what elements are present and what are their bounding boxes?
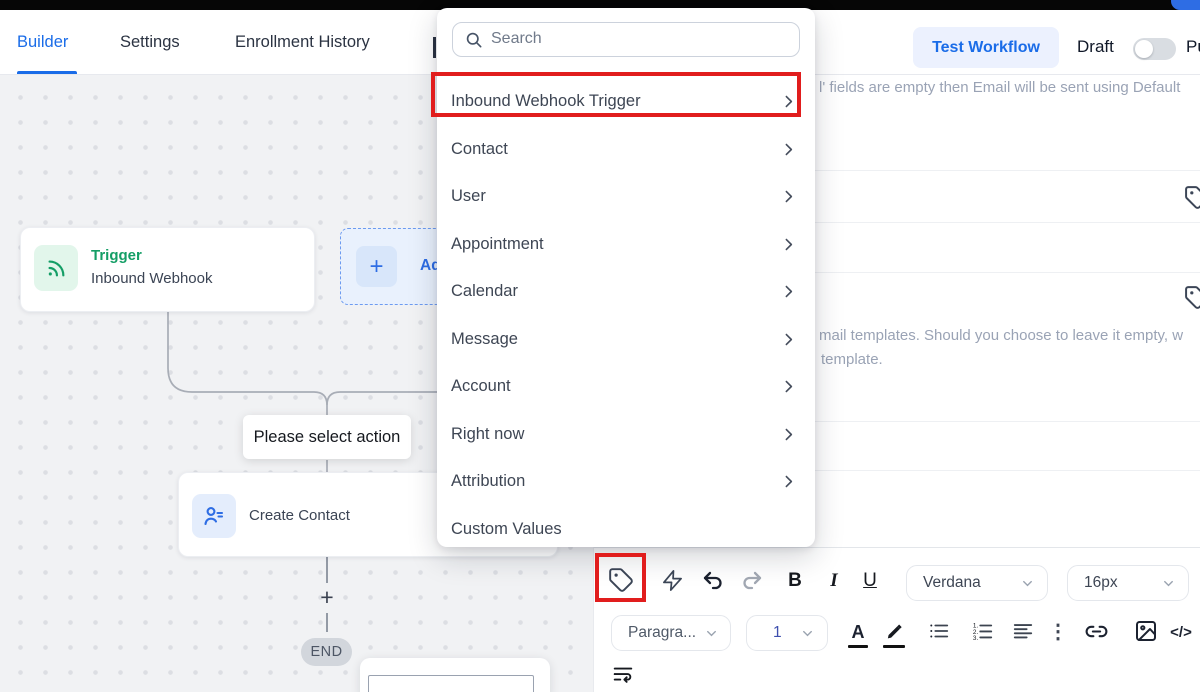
font-size-select[interactable]: 16px	[1067, 565, 1189, 601]
chevron-right-icon	[780, 426, 797, 443]
chevron-right-icon	[780, 283, 797, 300]
helper-text-line2: template.	[821, 351, 883, 368]
search-icon	[464, 30, 484, 50]
chevron-right-icon	[780, 93, 797, 110]
insert-image-button[interactable]	[1132, 618, 1159, 644]
svg-text:3.: 3.	[973, 635, 979, 642]
chevron-down-icon	[1020, 576, 1035, 591]
tab-settings-label: Settings	[120, 33, 180, 52]
chevron-right-icon	[780, 331, 797, 348]
menu-item-contact[interactable]: Contact	[437, 126, 815, 174]
toggle-knob	[1135, 40, 1153, 58]
workflow-builder-page: Builder Settings Enrollment History Test…	[0, 0, 1200, 692]
helper-text-top: l' fields are empty then Email will be s…	[819, 79, 1180, 96]
font-size-value: 16px	[1084, 574, 1118, 592]
text-align-button[interactable]	[1010, 618, 1036, 644]
bottom-popup-field[interactable]	[368, 675, 534, 692]
undo-button[interactable]	[700, 568, 726, 594]
contact-icon-tile	[192, 494, 236, 538]
text-wrap-button[interactable]	[610, 663, 636, 687]
menu-item-calendar[interactable]: Calendar	[437, 268, 815, 316]
menu-item-right-now[interactable]: Right now	[437, 411, 815, 459]
chevron-down-icon	[704, 626, 719, 641]
end-badge: END	[301, 638, 352, 666]
more-options-button[interactable]: ⋮	[1050, 616, 1066, 646]
webhook-icon-tile	[34, 245, 78, 291]
italic-button[interactable]: I	[823, 567, 845, 595]
test-workflow-button[interactable]: Test Workflow	[913, 27, 1059, 68]
text-color-underbar	[848, 645, 868, 648]
menu-item-user[interactable]: User	[437, 173, 815, 221]
action-menu-list: Inbound Webhook Trigger Contact User App…	[437, 78, 815, 553]
numbered-list-button[interactable]: 1. 2. 3.	[970, 618, 996, 644]
chevron-down-icon	[800, 626, 815, 641]
chevron-right-icon	[780, 236, 797, 253]
tab-settings[interactable]: Settings	[120, 10, 180, 74]
bold-button[interactable]: B	[783, 567, 807, 595]
tab-builder[interactable]: Builder	[17, 10, 68, 74]
menu-item-inbound-webhook-trigger[interactable]: Inbound Webhook Trigger	[437, 78, 815, 126]
paragraph-style-value: Paragra...	[628, 624, 696, 642]
chevron-right-icon	[780, 473, 797, 490]
draft-label: Draft	[1077, 37, 1114, 57]
publish-toggle[interactable]	[1133, 38, 1176, 60]
underline-button[interactable]: U	[858, 567, 882, 595]
line-height-select[interactable]: 1	[746, 615, 828, 651]
chevron-right-icon	[780, 378, 797, 395]
trigger-node[interactable]: Trigger Inbound Webhook	[20, 227, 315, 312]
menu-item-message[interactable]: Message	[437, 316, 815, 364]
line-height-value: 1	[773, 624, 782, 642]
publish-label-partial: Pu	[1186, 37, 1200, 57]
action-search-box	[452, 22, 800, 57]
tag-merge-field-icon[interactable]	[1184, 285, 1200, 310]
create-contact-icon	[202, 504, 226, 528]
chevron-right-icon	[780, 141, 797, 158]
create-contact-label: Create Contact	[249, 473, 350, 558]
menu-item-appointment[interactable]: Appointment	[437, 221, 815, 269]
menu-item-attribution[interactable]: Attribution	[437, 458, 815, 506]
plus-icon: +	[356, 246, 397, 287]
font-family-select[interactable]: Verdana	[906, 565, 1048, 601]
add-step-plus-button[interactable]: +	[313, 583, 341, 611]
tag-custom-values-button[interactable]	[606, 566, 636, 594]
code-view-button[interactable]: </>	[1166, 619, 1196, 645]
highlight-underbar	[883, 645, 905, 648]
font-family-value: Verdana	[923, 574, 981, 592]
hidden-tab-fragment	[433, 37, 436, 58]
text-color-button[interactable]: A	[846, 619, 870, 645]
select-action-tooltip: Please select action	[243, 415, 411, 459]
chevron-right-icon	[780, 188, 797, 205]
highlight-color-button[interactable]	[882, 617, 908, 643]
trigger-node-name: Inbound Webhook	[91, 270, 213, 287]
menu-item-custom-values[interactable]: Custom Values	[437, 506, 815, 554]
active-tab-underline	[17, 71, 77, 74]
bullet-list-button[interactable]	[926, 618, 952, 644]
tab-enrollment-history-label: Enrollment History	[235, 33, 370, 52]
tab-builder-label: Builder	[17, 33, 68, 52]
trigger-links-lightning-button[interactable]	[659, 567, 685, 593]
helper-text-line1: mail templates. Should you choose to lea…	[819, 327, 1183, 344]
paragraph-style-select[interactable]: Paragra...	[611, 615, 731, 651]
topbar-button-fragment	[1171, 0, 1200, 10]
insert-link-button[interactable]	[1082, 618, 1110, 644]
search-input[interactable]	[491, 23, 791, 55]
tab-enrollment-history[interactable]: Enrollment History	[235, 10, 370, 74]
action-select-dropdown: Inbound Webhook Trigger Contact User App…	[437, 8, 815, 547]
menu-item-account[interactable]: Account	[437, 363, 815, 411]
tag-merge-field-icon[interactable]	[1184, 185, 1200, 210]
trigger-node-type: Trigger	[91, 247, 142, 264]
bottom-popup-card	[360, 658, 550, 692]
chevron-down-icon	[1161, 576, 1176, 591]
rss-webhook-icon	[45, 257, 67, 279]
redo-button[interactable]	[739, 568, 765, 594]
